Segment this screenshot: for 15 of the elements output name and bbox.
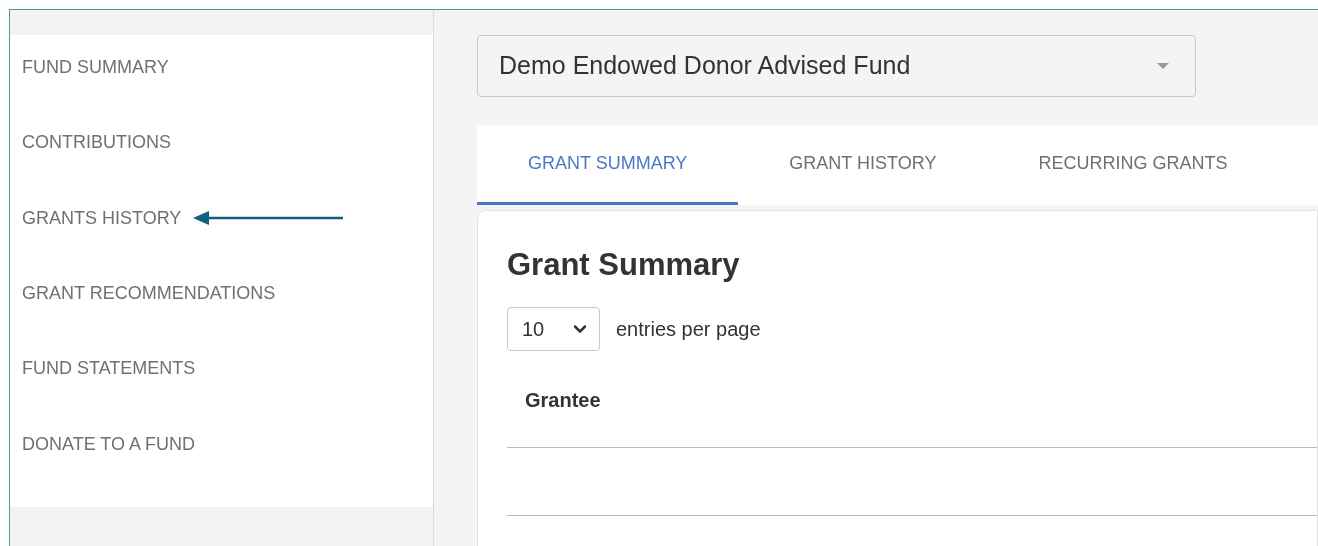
sidebar-item[interactable]: CONTRIBUTIONS <box>22 130 171 155</box>
tab[interactable]: RECURRING GRANTS <box>987 125 1279 205</box>
fund-select[interactable]: Demo Endowed Donor Advised Fund <box>477 35 1196 97</box>
sidebar-item[interactable]: FUND STATEMENTS <box>22 356 196 381</box>
sidebar-item[interactable]: GRANT RECOMMENDATIONS <box>22 281 276 305</box>
page-size-select[interactable]: 10 <box>507 307 600 351</box>
card-title: Grant Summary <box>507 246 741 284</box>
page-size-label: entries per page <box>616 317 761 342</box>
sidebar-item[interactable]: DONATE TO A FUND <box>22 431 196 456</box>
column-header: Grantee <box>525 388 601 413</box>
tab[interactable]: GRANT HISTORY <box>738 125 988 205</box>
tab[interactable]: GRANT SUMMARY <box>477 125 739 205</box>
caret-icon <box>1157 63 1169 69</box>
sidebar-item[interactable]: GRANTS HISTORY <box>22 205 182 230</box>
sidebar-item[interactable]: FUND SUMMARY <box>22 55 169 79</box>
